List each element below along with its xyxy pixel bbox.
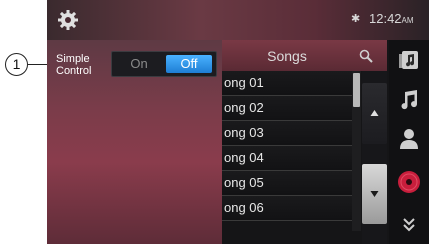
- page-up-button[interactable]: [362, 83, 387, 144]
- list-item[interactable]: ong 06: [222, 196, 352, 221]
- page-down-button[interactable]: [362, 164, 387, 224]
- simple-control-label: Simple Control: [56, 53, 91, 77]
- scrollbar[interactable]: [352, 71, 361, 231]
- triangle-down-icon: [370, 191, 379, 197]
- simple-control-label-line1: Simple: [56, 53, 90, 65]
- gear-icon[interactable]: [55, 7, 81, 33]
- list-item[interactable]: ong 03: [222, 121, 352, 146]
- scrollbar-thumb[interactable]: [353, 73, 360, 107]
- disc-icon[interactable]: [397, 170, 421, 194]
- source-icon-column: [389, 40, 429, 244]
- page-arrows: [362, 71, 387, 244]
- list-item[interactable]: ong 05: [222, 171, 352, 196]
- clock: 12:42AM: [369, 11, 414, 26]
- music-note-icon[interactable]: [397, 88, 421, 112]
- list-item[interactable]: ong 02: [222, 96, 352, 121]
- status-bar: ✱ 12:42AM: [47, 0, 429, 40]
- clock-time: 12:42: [369, 11, 402, 26]
- simple-control-panel: Simple Control On Off: [47, 40, 222, 244]
- double-chevron-down-icon[interactable]: [397, 212, 421, 236]
- list-item[interactable]: ong 01: [222, 71, 352, 96]
- songs-title: Songs: [267, 48, 307, 64]
- clock-ampm: AM: [401, 16, 414, 25]
- list-item[interactable]: ong 04: [222, 146, 352, 171]
- person-icon[interactable]: [397, 126, 421, 150]
- song-list: ong 01 ong 02 ong 03 ong 04 ong 05 ong 0…: [222, 71, 352, 221]
- search-icon[interactable]: [358, 48, 374, 64]
- toggle-off-option[interactable]: Off: [166, 55, 212, 73]
- bluetooth-icon: ✱: [351, 13, 361, 25]
- head-unit-screen: ✱ 12:42AM Simple Control On Off Songs on…: [47, 0, 429, 244]
- simple-control-label-line2: Control: [56, 65, 92, 77]
- simple-control-toggle[interactable]: On Off: [111, 51, 217, 77]
- triangle-up-icon: [370, 110, 379, 116]
- callout-number: 1: [5, 53, 28, 76]
- toggle-on-option[interactable]: On: [116, 55, 162, 73]
- music-library-icon[interactable]: [397, 48, 421, 72]
- songs-header: Songs: [222, 40, 387, 71]
